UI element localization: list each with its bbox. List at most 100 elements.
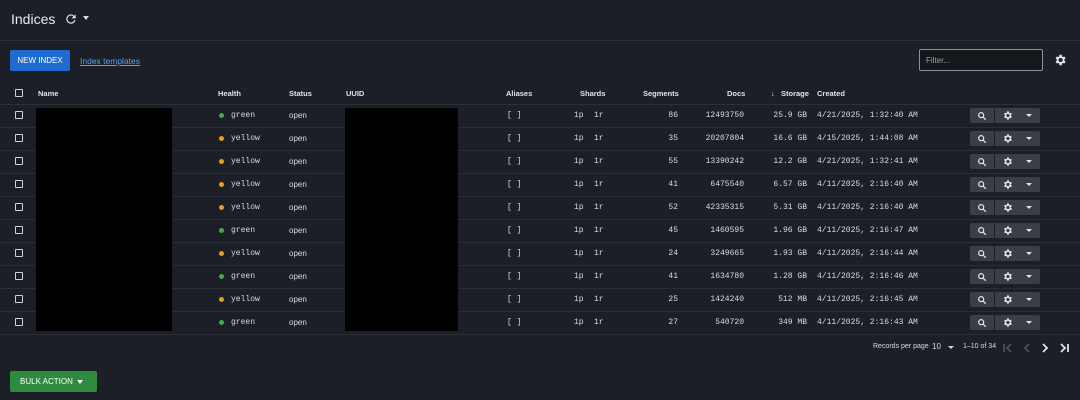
- segments-value: 41: [668, 272, 678, 281]
- settings-button[interactable]: [995, 315, 1019, 330]
- column-uuid[interactable]: UUID: [346, 89, 364, 98]
- aliases-value: [ ]: [507, 295, 522, 304]
- last-page-icon[interactable]: [1058, 343, 1070, 353]
- row-actions: [970, 246, 1040, 261]
- gear-icon[interactable]: [1053, 53, 1067, 67]
- row-checkbox[interactable]: [15, 226, 23, 234]
- aliases-value: [ ]: [507, 180, 522, 189]
- health-label: yellow: [231, 180, 260, 189]
- row-checkbox[interactable]: [15, 203, 23, 211]
- row-menu-button[interactable]: [1019, 131, 1040, 146]
- search-button[interactable]: [970, 315, 994, 330]
- prev-page-icon[interactable]: [1022, 343, 1032, 353]
- select-all-checkbox[interactable]: [15, 89, 23, 97]
- row-checkbox[interactable]: [15, 157, 23, 165]
- first-page-icon[interactable]: [1002, 343, 1014, 353]
- row-menu-button[interactable]: [1019, 177, 1040, 192]
- search-button[interactable]: [970, 269, 994, 284]
- row-checkbox[interactable]: [15, 295, 23, 303]
- settings-button[interactable]: [995, 223, 1019, 238]
- row-checkbox[interactable]: [15, 111, 23, 119]
- records-per-page-select[interactable]: 10: [932, 342, 941, 351]
- index-templates-link[interactable]: Index templates: [80, 56, 140, 66]
- chevron-down-icon[interactable]: [83, 16, 89, 20]
- status-label: open: [289, 157, 307, 166]
- row-menu-button[interactable]: [1019, 108, 1040, 123]
- refresh-icon[interactable]: [64, 12, 78, 26]
- docs-value: 12493750: [705, 111, 744, 120]
- shards-replica: 1r: [594, 295, 604, 304]
- segments-value: 55: [668, 157, 678, 166]
- column-created[interactable]: Created: [817, 89, 845, 98]
- column-health[interactable]: Health: [218, 89, 241, 98]
- row-actions: [970, 131, 1040, 146]
- aliases-value: [ ]: [507, 249, 522, 258]
- settings-button[interactable]: [995, 246, 1019, 261]
- chevron-down-icon: [1026, 206, 1032, 209]
- shards-primary: 1p: [574, 272, 584, 281]
- row-checkbox[interactable]: [15, 134, 23, 142]
- settings-button[interactable]: [995, 108, 1019, 123]
- row-menu-button[interactable]: [1019, 315, 1040, 330]
- column-shards[interactable]: Shards: [580, 89, 605, 98]
- filter-input[interactable]: [919, 49, 1043, 71]
- health-status-dot: [219, 136, 224, 141]
- chevron-down-icon[interactable]: [948, 346, 954, 349]
- created-value: 4/11/2025, 2:16:40 AM: [817, 180, 918, 189]
- segments-value: 45: [668, 226, 678, 235]
- row-menu-button[interactable]: [1019, 269, 1040, 284]
- settings-button[interactable]: [995, 177, 1019, 192]
- search-button[interactable]: [970, 200, 994, 215]
- search-icon: [978, 180, 987, 189]
- row-checkbox[interactable]: [15, 249, 23, 257]
- chevron-down-icon: [1026, 275, 1032, 278]
- settings-button[interactable]: [995, 292, 1019, 307]
- health-label: yellow: [231, 249, 260, 258]
- settings-button[interactable]: [995, 131, 1019, 146]
- status-label: open: [289, 180, 307, 189]
- column-status[interactable]: Status: [289, 89, 312, 98]
- settings-button[interactable]: [995, 269, 1019, 284]
- top-bar: Indices: [0, 0, 1080, 41]
- row-checkbox[interactable]: [15, 272, 23, 280]
- segments-value: 25: [668, 295, 678, 304]
- column-storage[interactable]: Storage: [781, 89, 809, 98]
- settings-button[interactable]: [995, 200, 1019, 215]
- row-menu-button[interactable]: [1019, 223, 1040, 238]
- row-checkbox[interactable]: [15, 318, 23, 326]
- shards-replica: 1r: [594, 134, 604, 143]
- bulk-action-button[interactable]: BULK ACTION: [10, 371, 97, 392]
- search-button[interactable]: [970, 177, 994, 192]
- shards-primary: 1p: [574, 318, 584, 327]
- next-page-icon[interactable]: [1040, 343, 1050, 353]
- health-label: yellow: [231, 157, 260, 166]
- row-menu-button[interactable]: [1019, 246, 1040, 261]
- health-status-dot: [219, 228, 224, 233]
- search-button[interactable]: [970, 292, 994, 307]
- chevron-down-icon: [1026, 137, 1032, 140]
- column-aliases[interactable]: Aliases: [506, 89, 532, 98]
- column-segments[interactable]: Segments: [643, 89, 679, 98]
- sort-desc-icon: ↓: [771, 89, 775, 98]
- search-button[interactable]: [970, 154, 994, 169]
- status-label: open: [289, 203, 307, 212]
- search-button[interactable]: [970, 131, 994, 146]
- column-name[interactable]: Name: [38, 89, 58, 98]
- column-docs[interactable]: Docs: [727, 89, 745, 98]
- new-index-button[interactable]: NEW INDEX: [10, 50, 70, 71]
- search-button[interactable]: [970, 108, 994, 123]
- settings-button[interactable]: [995, 154, 1019, 169]
- search-button[interactable]: [970, 223, 994, 238]
- row-checkbox[interactable]: [15, 180, 23, 188]
- row-menu-button[interactable]: [1019, 154, 1040, 169]
- shards-primary: 1p: [574, 111, 584, 120]
- created-value: 4/11/2025, 2:16:40 AM: [817, 203, 918, 212]
- row-menu-button[interactable]: [1019, 200, 1040, 215]
- shards-replica: 1r: [594, 203, 604, 212]
- row-menu-button[interactable]: [1019, 292, 1040, 307]
- storage-value: 5.31 GB: [773, 203, 807, 212]
- search-icon: [978, 157, 987, 166]
- gear-icon: [1003, 111, 1012, 120]
- search-button[interactable]: [970, 246, 994, 261]
- health-label: green: [231, 272, 256, 281]
